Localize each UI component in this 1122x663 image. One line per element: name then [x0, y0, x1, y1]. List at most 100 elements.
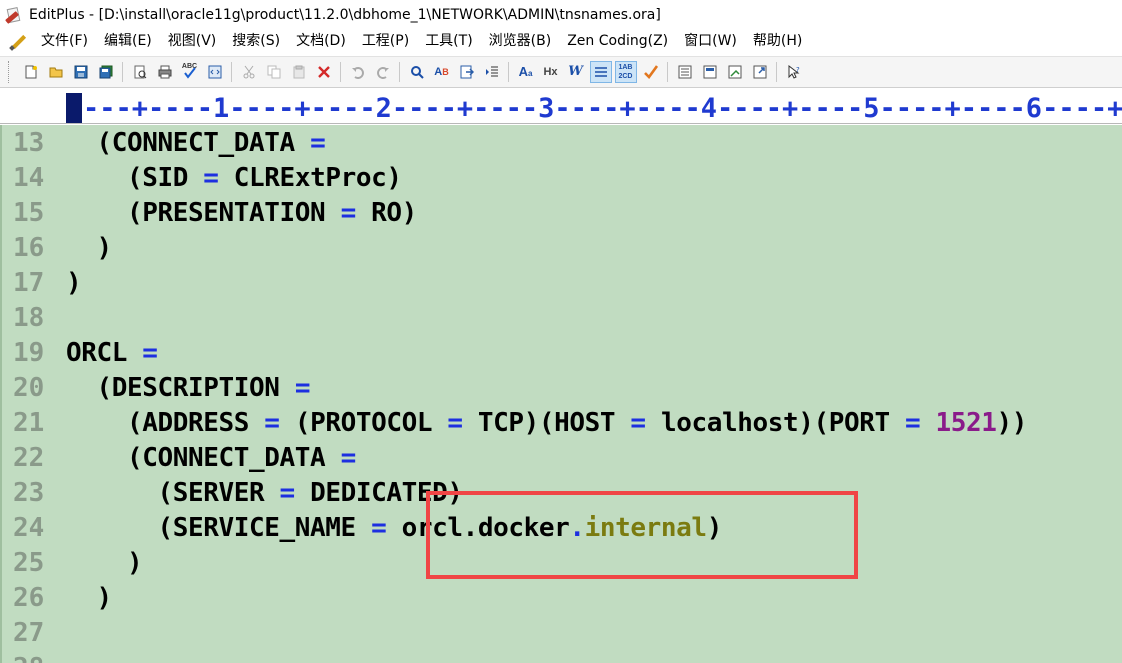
ruler-scale: ---+----1----+----2----+----3----+----4-…: [83, 93, 1122, 124]
pencil-icon: [9, 33, 27, 51]
line-number: 27: [13, 618, 45, 648]
tile-icon[interactable]: [675, 62, 695, 82]
window-icon[interactable]: [725, 62, 745, 82]
menu-tools[interactable]: 工具(T): [417, 29, 480, 54]
font-size-icon[interactable]: Aa: [516, 62, 536, 82]
menu-edit[interactable]: 编辑(E): [96, 29, 160, 54]
line-number: 23: [13, 478, 45, 508]
word-wrap-icon[interactable]: W: [566, 62, 586, 82]
code-line[interactable]: 16 ): [0, 231, 1122, 266]
code-text[interactable]: (ADDRESS = (PROTOCOL = TCP)(HOST = local…: [66, 406, 1027, 441]
code-text[interactable]: (CONNECT_DATA =: [66, 126, 326, 161]
svg-text:?: ?: [796, 66, 800, 74]
browser-view-icon[interactable]: [205, 62, 225, 82]
toolbar-grip[interactable]: [8, 61, 12, 83]
line-number: 15: [13, 198, 45, 228]
line-number: 28: [13, 651, 53, 663]
code-line[interactable]: 20 (DESCRIPTION =: [0, 371, 1122, 406]
menu-browser[interactable]: 浏览器(B): [481, 29, 560, 54]
spellcheck-icon[interactable]: ABC: [180, 62, 200, 82]
editplus-app-icon[interactable]: [5, 6, 23, 24]
code-text[interactable]: ORCL =: [66, 336, 158, 371]
code-text[interactable]: ): [66, 231, 113, 266]
code-text[interactable]: (PRESENTATION = RO): [66, 196, 417, 231]
code-editor[interactable]: 13 (CONNECT_DATA = 14 (SID = CLRExtProc) 1…: [0, 125, 1122, 663]
ruler-cursor-marker: [66, 93, 82, 123]
undo-icon[interactable]: [348, 62, 368, 82]
toolbar-separator: [508, 62, 509, 82]
line-number: 24: [13, 513, 45, 543]
code-text[interactable]: ): [66, 546, 143, 581]
code-line[interactable]: 27: [0, 616, 1122, 651]
find-icon[interactable]: [407, 62, 427, 82]
title-bar: EditPlus - [D:\install\oracle11g\product…: [0, 0, 1122, 29]
window-title: EditPlus - [D:\install\oracle11g\product…: [29, 6, 661, 23]
copy-icon[interactable]: [264, 62, 284, 82]
line-number: 18: [13, 303, 45, 333]
column-ruler: ---+----1----+----2----+----3----+----4-…: [0, 90, 1122, 124]
check-icon[interactable]: [641, 62, 661, 82]
code-text[interactable]: (SERVER = DEDICATED): [66, 476, 463, 511]
line-number: 21: [13, 408, 45, 438]
print-preview-icon[interactable]: [130, 62, 150, 82]
code-text[interactable]: (SID = CLRExtProc): [66, 161, 402, 196]
help-pointer-icon[interactable]: ?: [784, 62, 804, 82]
replace-icon[interactable]: AB: [432, 62, 452, 82]
code-line[interactable]: 14 (SID = CLRExtProc): [0, 161, 1122, 196]
code-line[interactable]: 13 (CONNECT_DATA =: [0, 126, 1122, 161]
line-number: 19: [13, 338, 45, 368]
line-number: 26: [13, 583, 45, 613]
code-line[interactable]: 22 (CONNECT_DATA =: [0, 441, 1122, 476]
toolbar-separator: [231, 62, 232, 82]
maximize-icon[interactable]: [750, 62, 770, 82]
menu-document[interactable]: 文档(D): [288, 29, 354, 54]
open-folder-icon[interactable]: [46, 62, 66, 82]
code-line[interactable]: 21 (ADDRESS = (PROTOCOL = TCP)(HOST = lo…: [0, 406, 1122, 441]
line-number: 14: [13, 163, 45, 193]
cut-icon[interactable]: [239, 62, 259, 82]
line-number: 17: [13, 268, 45, 298]
toolbar-separator: [776, 62, 777, 82]
menu-zen-coding[interactable]: Zen Coding(Z): [559, 29, 676, 54]
line-number: 25: [13, 548, 45, 578]
code-text[interactable]: ): [66, 581, 113, 616]
code-line[interactable]: 15 (PRESENTATION = RO): [0, 196, 1122, 231]
toolbar: ABC AB Aa Hx W 1AB 2CD ?: [0, 56, 1122, 88]
code-line[interactable]: 19 ORCL =: [0, 336, 1122, 371]
save-all-icon[interactable]: [96, 62, 116, 82]
goto-icon[interactable]: [457, 62, 477, 82]
line-number: 13: [13, 128, 45, 158]
menu-help[interactable]: 帮助(H): [745, 29, 810, 54]
code-text[interactable]: ): [66, 266, 82, 301]
delete-icon[interactable]: [314, 62, 334, 82]
menu-search[interactable]: 搜索(S): [224, 29, 288, 54]
line-number: 20: [13, 373, 45, 403]
save-icon[interactable]: [71, 62, 91, 82]
toolbar-separator: [340, 62, 341, 82]
print-icon[interactable]: [155, 62, 175, 82]
paste-icon[interactable]: [289, 62, 309, 82]
line-number: 22: [13, 443, 45, 473]
toolbar-separator: [399, 62, 400, 82]
hex-icon[interactable]: Hx: [541, 62, 561, 82]
line-number-icon[interactable]: 1AB 2CD: [614, 61, 637, 83]
code-line[interactable]: 28: [0, 651, 1122, 663]
menu-view[interactable]: 视图(V): [160, 29, 225, 54]
code-text[interactable]: (CONNECT_DATA =: [66, 441, 356, 476]
toolbar-separator: [122, 62, 123, 82]
code-text[interactable]: (DESCRIPTION =: [66, 371, 311, 406]
menu-file[interactable]: 文件(F): [33, 29, 96, 54]
cascade-icon[interactable]: [700, 62, 720, 82]
menu-window[interactable]: 窗口(W): [676, 29, 745, 54]
line-number: 16: [13, 233, 45, 263]
ruler-toggle-icon[interactable]: [589, 61, 612, 83]
code-line[interactable]: 26 ): [0, 581, 1122, 616]
menu-bar: 文件(F) 编辑(E) 视图(V) 搜索(S) 文档(D) 工程(P) 工具(T…: [0, 29, 1122, 54]
new-file-icon[interactable]: [21, 62, 41, 82]
code-line[interactable]: 17): [0, 266, 1122, 301]
indent-icon[interactable]: [482, 62, 502, 82]
toolbar-separator: [667, 62, 668, 82]
redo-icon[interactable]: [373, 62, 393, 82]
menu-project[interactable]: 工程(P): [354, 29, 417, 54]
code-line[interactable]: 18: [0, 301, 1122, 336]
